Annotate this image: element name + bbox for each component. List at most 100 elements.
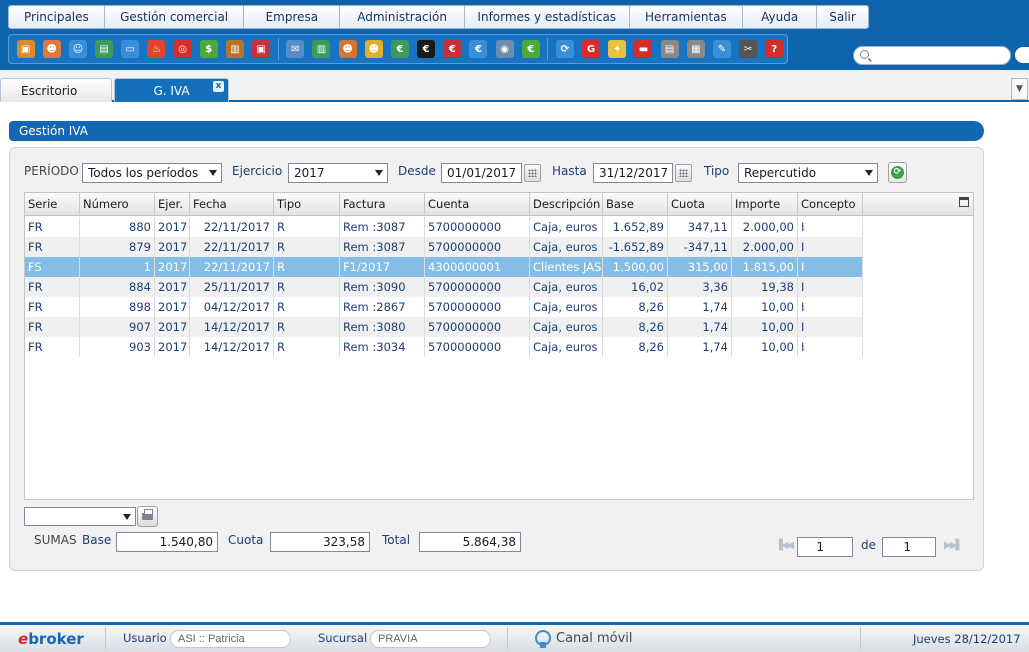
menu-item-salir[interactable]: Salir	[817, 6, 868, 28]
bulb-icon[interactable]: ✦	[605, 36, 630, 62]
euro-circle-icon[interactable]: €	[518, 36, 543, 62]
table-cell: 25/11/2017	[190, 277, 274, 297]
calendar-icon[interactable]	[675, 164, 692, 182]
menu-item-principales[interactable]: Principales	[9, 6, 105, 28]
table-cell: I	[798, 277, 863, 297]
column-header-serie[interactable]: Serie	[25, 193, 80, 216]
briefcase-icon[interactable]: ▥	[222, 36, 247, 62]
export-select[interactable]	[24, 507, 136, 526]
table-cell: 5700000000	[425, 217, 530, 237]
table-cell: 1,74	[668, 317, 732, 337]
last-page-icon[interactable]: ▶▶▌	[944, 540, 963, 551]
table-cell: Caja, euros	[530, 217, 603, 237]
menu-item-herramientas[interactable]: Herramientas	[630, 6, 744, 28]
column-header-fecha[interactable]: Fecha	[190, 193, 274, 216]
menu-item-informes-y-estadísticas[interactable]: Informes y estadísticas	[465, 6, 630, 28]
iva-grid: Serie Número Ejer. Fecha Tipo Factura Cuenta De…	[24, 192, 974, 500]
page-input[interactable]: 1	[797, 537, 853, 557]
table-row[interactable]: FR 907 2017 14/12/2017 R Rem :3080 5700000000 C…	[25, 317, 863, 337]
search-icon	[860, 50, 869, 59]
table-row[interactable]: FR 884 2017 25/11/2017 R Rem :3090 5700000000 C…	[25, 277, 863, 297]
table-cell: Clientes JASO	[530, 257, 603, 277]
periodo-select[interactable]: Todos los períodos	[82, 163, 222, 183]
box-icon[interactable]: ▣	[13, 36, 38, 62]
hasta-date-input[interactable]: 31/12/2017	[593, 163, 673, 183]
tools-icon[interactable]: ✂	[736, 36, 761, 62]
base-sum-label: Base	[82, 533, 112, 547]
window-icon[interactable]: ▭	[118, 36, 143, 62]
sucursal-field: PRAVIA	[370, 630, 491, 648]
column-header-ejer[interactable]: Ejer.	[155, 193, 190, 216]
table-cell: 347,11	[668, 217, 732, 237]
table-cell: 1.652,89	[603, 217, 668, 237]
table-cell: Rem :3087	[340, 237, 425, 257]
table-cell: 2.000,00	[732, 237, 798, 257]
table-cell: I	[798, 237, 863, 257]
tipo-select[interactable]: Repercutido	[738, 163, 878, 183]
table-row[interactable]: FR 880 2017 22/11/2017 R Rem :3087 5700000000 C…	[25, 217, 863, 237]
print-button[interactable]	[137, 506, 158, 527]
column-header-importe[interactable]: Importe	[732, 193, 798, 216]
tabs-dropdown-button[interactable]: ▼	[1011, 78, 1028, 100]
table-cell: 04/12/2017	[190, 297, 274, 317]
table-cell: FS	[25, 257, 80, 277]
menu-item-empresa[interactable]: Empresa	[244, 6, 341, 28]
canal-movil-link[interactable]: Canal móvil	[556, 631, 633, 646]
mail-icon[interactable]: ✉	[283, 36, 308, 62]
refresh-button[interactable]: ⟳	[888, 162, 907, 183]
table-row[interactable]: FR 903 2017 14/12/2017 R Rem :3034 5700000000 C…	[25, 337, 863, 357]
search-clear-button[interactable]	[1015, 47, 1029, 63]
table-cell: Rem :3080	[340, 317, 425, 337]
first-page-icon[interactable]: ▐◀◀	[775, 540, 794, 551]
total-sum-field: 5.864,38	[419, 532, 521, 552]
table-cell: FR	[25, 317, 80, 337]
menu-item-ayuda[interactable]: Ayuda	[743, 6, 818, 28]
euro-black-icon[interactable]: €	[414, 36, 439, 62]
table-icon[interactable]: ▤	[92, 36, 117, 62]
printer-doc-icon[interactable]: ▦	[683, 36, 708, 62]
euro-blue-icon[interactable]: €	[466, 36, 491, 62]
column-chooser-icon[interactable]	[959, 197, 969, 207]
target-icon[interactable]: ◎	[170, 36, 195, 62]
table-cell: R	[274, 337, 340, 357]
search-input[interactable]	[853, 46, 1011, 65]
help-icon[interactable]: ?	[762, 36, 787, 62]
column-header-concepto[interactable]: Concepto	[798, 193, 863, 216]
table-row[interactable]: FR 879 2017 22/11/2017 R Rem :3087 5700000000 C…	[25, 237, 863, 257]
card-icon[interactable]: ▬	[631, 36, 656, 62]
close-icon[interactable]: x	[213, 81, 224, 92]
calendar-icon[interactable]	[524, 164, 541, 182]
eye-icon[interactable]: ◉	[492, 36, 517, 62]
ejercicio-select[interactable]: 2017	[288, 163, 388, 183]
building-icon[interactable]: ▥	[309, 36, 334, 62]
menu-item-administración[interactable]: Administración	[340, 6, 465, 28]
user-icon[interactable]: ☻	[39, 36, 64, 62]
safe-icon[interactable]: ▣	[249, 36, 274, 62]
column-header-cuota[interactable]: Cuota	[668, 193, 732, 216]
sync-icon[interactable]: ⟳	[552, 36, 577, 62]
column-header-base[interactable]: Base	[603, 193, 668, 216]
pen-icon[interactable]: ✎	[709, 36, 734, 62]
fire-icon[interactable]: ♨	[144, 36, 169, 62]
contact-icon[interactable]: ☺	[65, 36, 90, 62]
table-cell: FR	[25, 217, 80, 237]
table-row[interactable]: FS 1 2017 22/11/2017 R F1/2017 4300000001 Clien…	[25, 257, 863, 277]
column-header-descripción[interactable]: Descripción	[530, 193, 603, 216]
column-header-tipo[interactable]: Tipo	[274, 193, 340, 216]
idea-user-icon[interactable]: ☻	[361, 36, 386, 62]
column-header-número[interactable]: Número	[80, 193, 155, 216]
menu-item-gestión-comercial[interactable]: Gestión comercial	[105, 6, 245, 28]
desde-date-input[interactable]: 01/01/2017	[441, 163, 522, 183]
google-icon[interactable]: G	[579, 36, 604, 62]
table-cell: 1	[80, 257, 155, 277]
euro-green-icon[interactable]: €	[387, 36, 412, 62]
column-header-cuenta[interactable]: Cuenta	[425, 193, 530, 216]
euro-user-icon[interactable]: €	[440, 36, 465, 62]
table-row[interactable]: FR 898 2017 04/12/2017 R Rem :2867 5700000000 C…	[25, 297, 863, 317]
doc-icon[interactable]: ▤	[657, 36, 682, 62]
tab-g-iva[interactable]: G. IVA x	[114, 78, 229, 102]
money-icon[interactable]: $	[196, 36, 221, 62]
tab-escritorio[interactable]: Escritorio	[0, 78, 112, 102]
agent-icon[interactable]: ☻	[335, 36, 360, 62]
column-header-factura[interactable]: Factura	[340, 193, 425, 216]
